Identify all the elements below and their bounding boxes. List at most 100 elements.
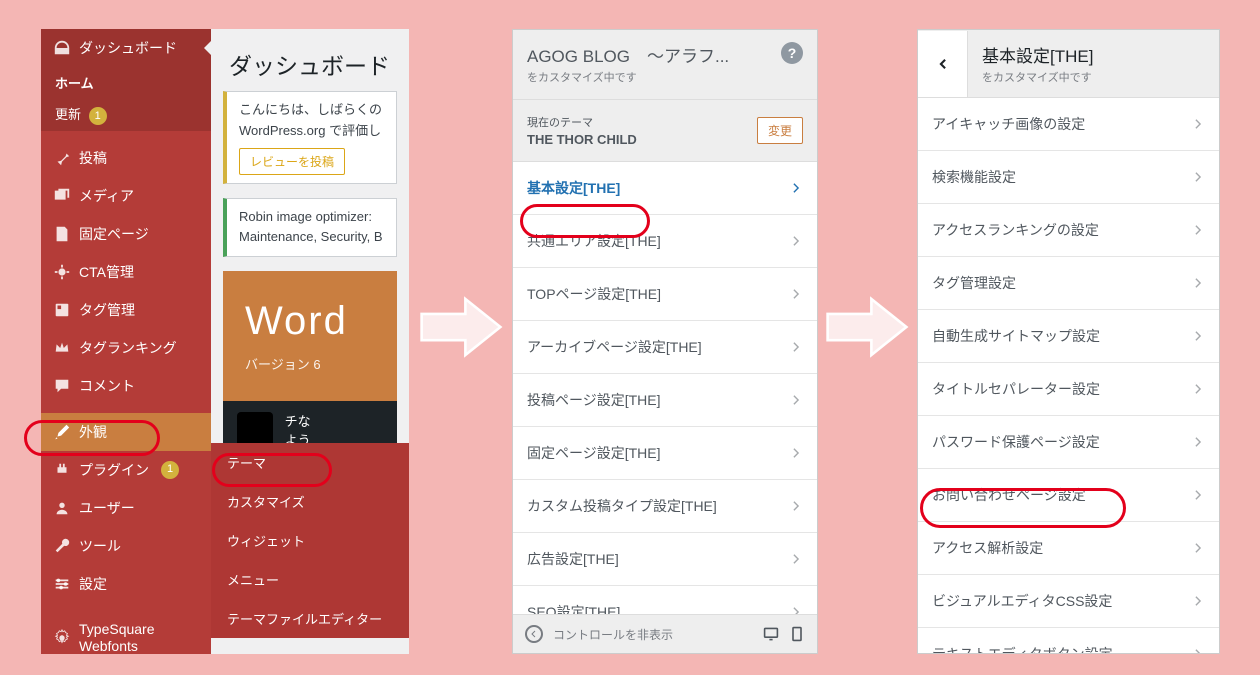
updates-count-badge: 1 [89,107,107,125]
section-label: お問い合わせページ設定 [932,485,1086,505]
sidebar-item-pages[interactable]: 固定ページ [41,215,211,253]
sidebar-item-dashboard[interactable]: ダッシュボード [41,29,211,67]
theme-label: 現在のテーマ [527,114,637,130]
submenu-widgets[interactable]: ウィジェット [211,521,409,560]
sidebar-label: TypeSquare Webfonts [79,621,199,654]
sidebar-item-media[interactable]: メディア [41,177,211,215]
submenu-themes[interactable]: テーマ [211,443,409,482]
chevron-right-icon [789,446,803,460]
customizer-header: AGOG BLOG ～アラフ... をカスタマイズ中です ? [513,30,817,100]
subpanel-section-row[interactable]: タグ管理設定 [918,257,1219,310]
submenu-customize[interactable]: カスタマイズ [211,482,409,521]
section-label: アクセスランキングの設定 [932,220,1099,240]
chevron-right-icon [789,393,803,407]
section-label: 広告設定[THE] [527,549,619,569]
submenu-menus[interactable]: メニュー [211,560,409,599]
chevron-right-icon [1191,170,1205,184]
subpanel-section-row[interactable]: ビジュアルエディタCSS設定 [918,575,1219,628]
subpanel-section-row[interactable]: アイキャッチ画像の設定 [918,98,1219,151]
hide-controls-label[interactable]: コントロールを非表示 [553,626,673,643]
back-button[interactable] [918,31,968,97]
cta-icon [53,263,71,281]
sidebar-item-tagrank[interactable]: タグランキング [41,329,211,367]
dashboard-icon [53,39,71,57]
theme-name: THE THOR CHILD [527,132,637,147]
wp-admin-panel: ダッシュボード ホーム 更新 1 投稿 メディア 固定ページ CTA管理 タグ管… [41,29,409,654]
sidebar-item-typesquare[interactable]: TypeSquare Webfonts [41,611,211,654]
chevron-right-icon [1191,594,1205,608]
customizer-section-row[interactable]: 固定ページ設定[THE] [513,427,817,480]
chevron-right-icon [789,181,803,195]
tablet-icon[interactable] [789,626,805,642]
section-label: 自動生成サイトマップ設定 [932,326,1100,346]
section-label: パスワード保護ページ設定 [932,432,1100,452]
notice-review: こんにちは、しばらくの WordPress.org で評価し レビューを投稿 [223,91,397,184]
sidebar-item-posts[interactable]: 投稿 [41,139,211,177]
sidebar-label: 固定ページ [79,226,149,243]
sidebar-item-comments[interactable]: コメント [41,367,211,405]
customizer-footer: コントロールを非表示 [513,614,817,653]
customizer-section-row[interactable]: 投稿ページ設定[THE] [513,374,817,427]
notice-text: WordPress.org で評価し [239,121,384,142]
subpanel-section-row[interactable]: パスワード保護ページ設定 [918,416,1219,469]
wrench-icon [53,537,71,555]
sidebar-item-users[interactable]: ユーザー [41,489,211,527]
chevron-right-icon [789,287,803,301]
sidebar-label: ダッシュボード [79,40,177,57]
chevron-right-icon [1191,223,1205,237]
sidebar-label: タグ管理 [79,302,135,319]
customizer-section-row[interactable]: 基本設定[THE] [513,162,817,215]
submenu-editor[interactable]: テーマファイルエディター [211,599,409,638]
pin-icon [53,149,71,167]
subpanel-section-row[interactable]: アクセス解析設定 [918,522,1219,575]
sliders-icon [53,575,71,593]
welcome-text: チな [285,414,311,429]
sidebar-item-tag[interactable]: タグ管理 [41,291,211,329]
sidebar-label: ツール [79,538,121,555]
subpanel-section-row[interactable]: 自動生成サイトマップ設定 [918,310,1219,363]
sidebar-sub-home[interactable]: ホーム [41,67,211,98]
customizer-section-row[interactable]: 広告設定[THE] [513,533,817,586]
customizer-section-row[interactable]: アーカイブページ設定[THE] [513,321,817,374]
notice-robin: Robin image optimizer: Maintenance, Secu… [223,198,397,258]
section-label: ビジュアルエディタCSS設定 [932,591,1112,611]
sidebar-label: 設定 [79,576,107,593]
subpanel-title: 基本設定[THE] [982,42,1205,67]
section-label: タイトルセパレーター設定 [932,379,1100,399]
sidebar-sub-updates[interactable]: 更新 1 [41,98,211,131]
subpanel-section-list: アイキャッチ画像の設定検索機能設定アクセスランキングの設定タグ管理設定自動生成サ… [918,98,1219,654]
subpanel-section-row[interactable]: アクセスランキングの設定 [918,204,1219,257]
collapse-icon[interactable] [525,625,543,643]
sidebar-item-settings[interactable]: 設定 [41,565,211,603]
chevron-right-icon [1191,329,1205,343]
customizer-section-row[interactable]: TOPページ設定[THE] [513,268,817,321]
admin-sidebar: ダッシュボード ホーム 更新 1 投稿 メディア 固定ページ CTA管理 タグ管… [41,29,211,654]
subpanel-section-row[interactable]: お問い合わせページ設定 [918,469,1219,522]
appearance-submenu: テーマ カスタマイズ ウィジェット メニュー テーマファイルエディター [211,443,409,638]
active-theme-row[interactable]: 現在のテーマ THE THOR CHILD 変更 [513,100,817,162]
sidebar-label: プラグイン [79,462,149,479]
sidebar-label: 外観 [79,424,107,441]
customizer-section-row[interactable]: 共通エリア設定[THE] [513,215,817,268]
subpanel-section-row[interactable]: 検索機能設定 [918,151,1219,204]
subpanel-section-row[interactable]: テキストエディタボタン設定 [918,628,1219,654]
sidebar-item-cta[interactable]: CTA管理 [41,253,211,291]
help-button[interactable]: ? [781,42,803,64]
review-post-button[interactable]: レビューを投稿 [239,148,345,175]
welcome-version: バージョン 6 [245,354,375,373]
section-label: カスタム投稿タイプ設定[THE] [527,496,717,516]
customizer-root-panel: AGOG BLOG ～アラフ... をカスタマイズ中です ? 現在のテーマ TH… [512,29,818,654]
page-icon [53,225,71,243]
chevron-right-icon [1191,647,1205,654]
notice-text: こんにちは、しばらくの [239,100,384,121]
change-theme-button[interactable]: 変更 [757,117,803,144]
sidebar-item-tools[interactable]: ツール [41,527,211,565]
customizer-section-row[interactable]: カスタム投稿タイプ設定[THE] [513,480,817,533]
subpanel-section-row[interactable]: タイトルセパレーター設定 [918,363,1219,416]
section-label: 固定ページ設定[THE] [527,443,661,463]
sidebar-item-plugins[interactable]: プラグイン 1 [41,451,211,489]
sidebar-item-appearance[interactable]: 外観 [41,413,211,451]
desktop-icon[interactable] [763,626,779,642]
chevron-right-icon [789,234,803,248]
sidebar-label: コメント [79,378,135,395]
